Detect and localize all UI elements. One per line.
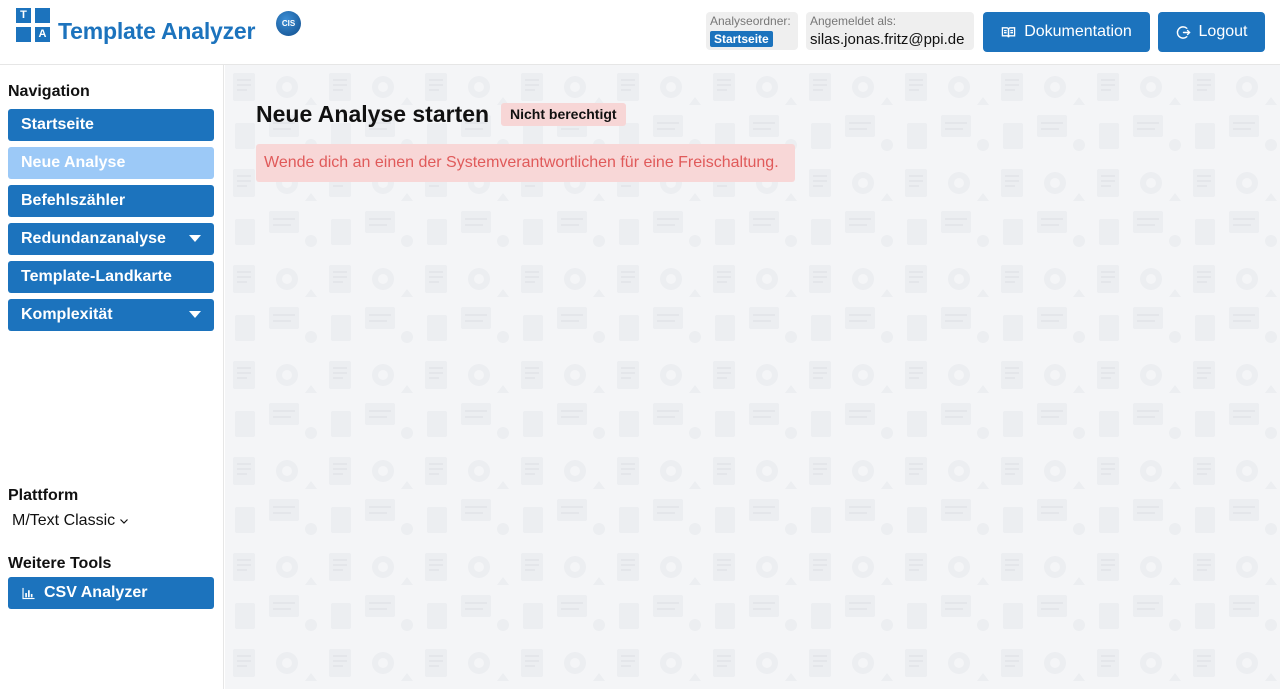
nav-item-label: Template-Landkarte	[21, 268, 172, 285]
nav-item-label: Redundanzanalyse	[21, 230, 166, 247]
logged-in-box: Angemeldet als: silas.jonas.fritz@ppi.de	[806, 12, 974, 50]
analysis-folder-chip[interactable]: Startseite	[710, 31, 773, 47]
logout-icon	[1176, 25, 1191, 39]
permission-alert: Wende dich an einen der Systemverantwort…	[256, 144, 795, 182]
platform-heading: Plattform	[8, 487, 79, 504]
app-logo[interactable]: T A	[16, 8, 50, 48]
nav-item-befehlszaehler[interactable]: Befehlszähler	[8, 185, 214, 217]
nav-item-startseite[interactable]: Startseite	[8, 109, 214, 141]
nav-item-label: Startseite	[21, 116, 94, 133]
cis-logo-icon: CIS	[276, 11, 301, 36]
logo-tile-t: T	[16, 8, 31, 23]
app-header: T A Template Analyzer CIS Analyseordner:…	[0, 0, 1280, 65]
not-authorized-badge: Nicht berechtigt	[501, 103, 626, 126]
documentation-label: Dokumentation	[1024, 23, 1132, 40]
logo-tile-blank-2	[16, 27, 31, 42]
book-icon	[1001, 26, 1016, 37]
navigation-heading: Navigation	[8, 83, 90, 100]
nav-item-neue-analyse[interactable]: Neue Analyse	[8, 147, 214, 179]
tools-heading: Weitere Tools	[8, 555, 112, 572]
csv-analyzer-label: CSV Analyzer	[44, 584, 148, 601]
logo-tile-a: A	[35, 27, 50, 42]
app-title[interactable]: Template Analyzer	[58, 18, 255, 45]
bar-chart-icon	[22, 587, 35, 599]
sidebar: Navigation Startseite Neue Analyse Befeh…	[0, 65, 224, 689]
analysis-folder-box: Analyseordner: Startseite	[706, 12, 798, 50]
platform-value: M/Text Classic	[12, 512, 116, 529]
logout-label: Logout	[1198, 23, 1248, 40]
main-content: Neue Analyse starten Nicht berechtigt We…	[225, 65, 1280, 689]
logo-tile-blank	[35, 8, 50, 23]
logged-in-label: Angemeldet als:	[810, 14, 897, 28]
nav-item-label: Befehlszähler	[21, 192, 126, 209]
platform-select[interactable]: M/Text Classic	[12, 512, 129, 530]
nav-item-label: Komplexität	[21, 306, 113, 323]
logout-button[interactable]: Logout	[1158, 12, 1265, 52]
user-email: silas.jonas.fritz@ppi.de	[810, 31, 965, 48]
nav-item-template-landkarte[interactable]: Template-Landkarte	[8, 261, 214, 293]
analysis-folder-label: Analyseordner:	[710, 14, 791, 28]
caret-down-icon	[189, 235, 201, 242]
documentation-button[interactable]: Dokumentation	[983, 12, 1150, 52]
caret-down-icon	[189, 311, 201, 318]
nav-item-redundanzanalyse[interactable]: Redundanzanalyse	[8, 223, 214, 255]
csv-analyzer-button[interactable]: CSV Analyzer	[8, 577, 214, 609]
nav-item-komplexitaet[interactable]: Komplexität	[8, 299, 214, 331]
nav-item-label: Neue Analyse	[21, 154, 126, 171]
page-title: Neue Analyse starten	[256, 101, 490, 127]
chevron-down-icon	[120, 519, 129, 524]
